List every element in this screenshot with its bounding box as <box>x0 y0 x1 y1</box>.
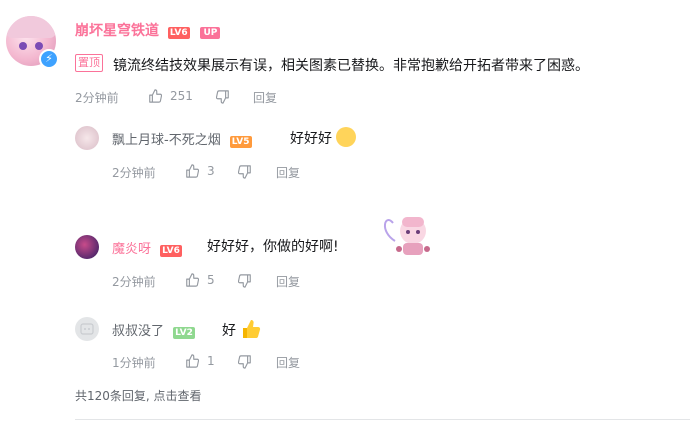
like-icon[interactable] <box>185 164 199 178</box>
thumbs-up-emoji-icon <box>243 320 261 338</box>
main-comment-time: 2分钟前 <box>75 91 119 105</box>
official-verified-lightning-icon: ⚡ <box>39 49 59 69</box>
thinking-face-emoji-icon <box>336 127 357 147</box>
dislike-icon[interactable] <box>216 90 230 104</box>
reply-username[interactable]: 叔叔没了 <box>112 324 164 339</box>
dislike-icon[interactable] <box>238 355 252 369</box>
reply-header: 叔叔没了 LV2 <box>112 320 195 339</box>
reply-button[interactable]: 回复 <box>276 273 300 290</box>
main-comment-text: 镜流终结技效果展示有误，相关图素已替换。非常抱歉给开拓者带来了困惑。 <box>113 58 589 74</box>
comment-divider <box>75 419 690 420</box>
level-badge: LV6 <box>167 27 190 39</box>
view-more-replies-link[interactable]: 共120条回复, 点击查看 <box>75 387 202 404</box>
main-commenter-row: 崩坏星穹铁道 LV6 UP <box>75 20 221 40</box>
reply-like-count: 3 <box>207 164 215 178</box>
pinned-tag: 置顶 <box>75 54 103 72</box>
anime-sticker-icon <box>384 217 430 255</box>
dislike-icon[interactable] <box>238 165 252 179</box>
level-badge: LV6 <box>160 245 182 257</box>
like-icon[interactable] <box>185 273 199 287</box>
reply-button[interactable]: 回复 <box>276 164 300 181</box>
reply-time: 2分钟前 <box>112 166 156 180</box>
main-reply-button[interactable]: 回复 <box>253 89 277 106</box>
level-badge: LV5 <box>229 136 252 148</box>
main-like-count: 251 <box>170 89 193 103</box>
reply-avatar[interactable] <box>75 235 99 259</box>
level-badge: LV2 <box>173 327 195 339</box>
reply-time: 2分钟前 <box>112 275 156 289</box>
like-icon[interactable] <box>185 354 199 368</box>
reply-time: 1分钟前 <box>112 356 156 370</box>
reply-like-count: 1 <box>207 354 215 368</box>
reply-text: 好好好 <box>290 131 332 147</box>
reply-username[interactable]: 魔炎呀 <box>112 242 151 257</box>
main-commenter-name[interactable]: 崩坏星穹铁道 <box>75 23 159 39</box>
up-badge: UP <box>200 27 221 39</box>
default-avatar-icon <box>80 323 94 335</box>
reply-button[interactable]: 回复 <box>276 354 300 371</box>
reply-username[interactable]: 飘上月球-不死之烟 <box>112 133 221 148</box>
reply-header: 飘上月球-不死之烟 LV5 <box>112 129 252 148</box>
reply-text: 好 <box>222 323 236 339</box>
like-icon[interactable] <box>148 89 162 103</box>
reply-text: 好好好，你做的好啊! <box>207 239 339 255</box>
reply-like-count: 5 <box>207 273 215 287</box>
reply-header: 魔炎呀 LV6 <box>112 238 182 257</box>
reply-avatar[interactable] <box>75 317 99 341</box>
reply-avatar[interactable] <box>75 126 99 150</box>
reply-content: 好 <box>222 318 262 340</box>
dislike-icon[interactable] <box>238 274 252 288</box>
reply-content: 好好好 <box>290 127 357 148</box>
